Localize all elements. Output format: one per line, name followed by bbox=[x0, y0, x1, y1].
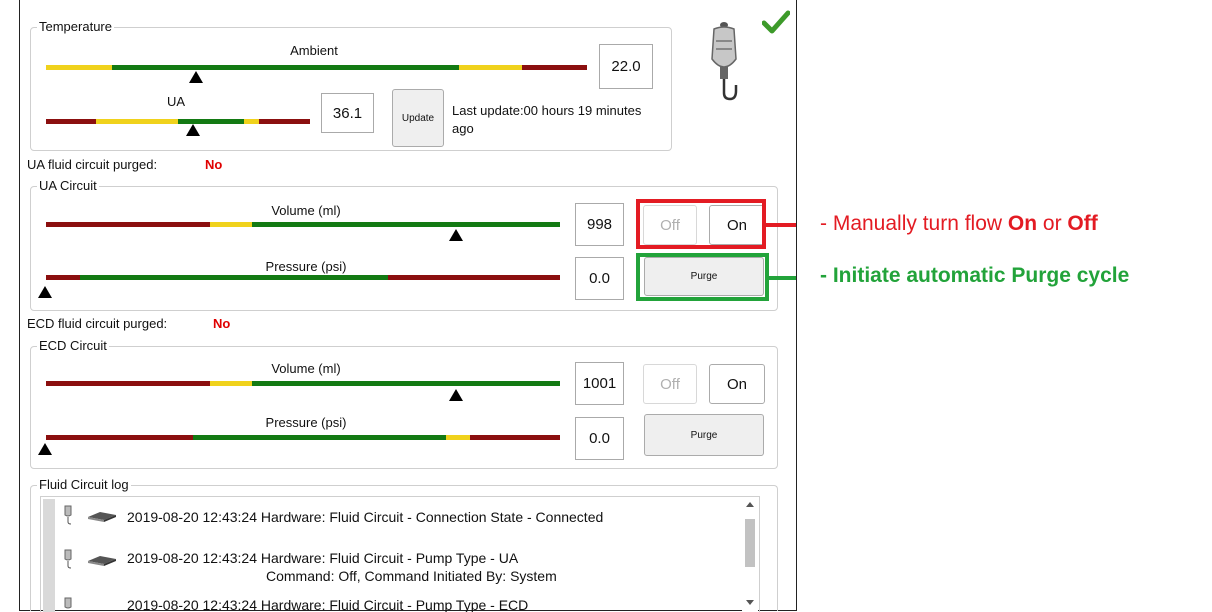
ua-temp-value: 36.1 bbox=[321, 93, 374, 133]
purge-callout: - Initiate automatic Purge cycle bbox=[820, 264, 1130, 287]
ua-volume-value: 998 bbox=[575, 203, 624, 246]
checkmark-icon bbox=[762, 10, 790, 34]
ambient-title: Ambient bbox=[290, 43, 338, 58]
ecd-circuit-legend: ECD Circuit bbox=[37, 337, 109, 355]
flow-callout-on: On bbox=[1007, 212, 1038, 235]
log-entry-text: 2019-08-20 12:43:24 Hardware: Fluid Circ… bbox=[127, 509, 604, 525]
flow-callout: - Manually turn flow On or Off bbox=[820, 212, 1098, 236]
ua-temp-gauge bbox=[46, 119, 310, 124]
ua-volume-marker bbox=[449, 229, 463, 241]
ua-temp-marker bbox=[186, 124, 200, 136]
flow-callout-off: Off bbox=[1067, 212, 1098, 235]
scroll-up-icon[interactable] bbox=[746, 502, 754, 507]
hardware-chip-icon bbox=[88, 512, 116, 522]
hardware-chip-icon bbox=[88, 556, 116, 566]
ecd-volume-title: Volume (ml) bbox=[271, 361, 341, 376]
ecd-on-button[interactable]: On bbox=[709, 364, 765, 404]
ecd-volume-value: 1001 bbox=[575, 362, 624, 405]
ambient-marker bbox=[189, 71, 203, 83]
log-entry-text: 2019-08-20 12:43:24 Hardware: Fluid Circ… bbox=[127, 550, 519, 566]
log-list[interactable]: 2019-08-20 12:43:24 Hardware: Fluid Circ… bbox=[40, 496, 760, 612]
fluid-bag-icon bbox=[64, 505, 72, 525]
ua-volume-gauge bbox=[46, 222, 560, 227]
ambient-value: 22.0 bbox=[599, 44, 653, 89]
ecd-pressure-gauge bbox=[46, 435, 560, 440]
ua-pressure-gauge bbox=[46, 275, 560, 280]
on-off-connector bbox=[766, 223, 796, 227]
ua-purged-value: No bbox=[205, 157, 223, 172]
ua-pressure-title: Pressure (psi) bbox=[265, 259, 347, 274]
flow-callout-prefix: - Manually turn flow bbox=[820, 212, 1008, 235]
scroll-thumb[interactable] bbox=[745, 519, 755, 567]
ua-pressure-value: 0.0 bbox=[575, 257, 624, 300]
fluid-log-legend: Fluid Circuit log bbox=[37, 476, 131, 494]
ecd-volume-marker bbox=[449, 389, 463, 401]
ecd-off-button[interactable]: Off bbox=[643, 364, 697, 404]
fluid-control-panel: Temperature Ambient 22.0 UA 36.1 Update … bbox=[19, 0, 797, 612]
fluid-log-group: Fluid Circuit log 2019-08-20 12:43:24 Ha… bbox=[30, 476, 778, 612]
ecd-pressure-value: 0.0 bbox=[575, 417, 624, 460]
scroll-down-icon[interactable] bbox=[746, 600, 754, 605]
log-left-gutter bbox=[43, 499, 55, 612]
ecd-pressure-marker bbox=[38, 443, 52, 455]
ua-pressure-marker bbox=[38, 286, 52, 298]
ambient-gauge bbox=[46, 65, 587, 70]
ua-purged-label: UA fluid circuit purged: bbox=[27, 157, 158, 172]
on-off-highlight bbox=[636, 199, 766, 249]
update-button[interactable]: Update bbox=[392, 89, 444, 147]
ecd-volume-gauge bbox=[46, 381, 560, 386]
log-entry-detail: Command: Off, Command Initiated By: Syst… bbox=[266, 568, 557, 584]
ua-volume-title: Volume (ml) bbox=[271, 203, 341, 218]
fluid-bag-icon bbox=[64, 549, 72, 569]
temperature-group: Temperature Ambient 22.0 UA 36.1 Update … bbox=[30, 18, 672, 151]
ecd-purge-button[interactable]: Purge bbox=[644, 414, 764, 456]
ecd-pressure-title: Pressure (psi) bbox=[265, 415, 347, 430]
ecd-circuit-group: ECD Circuit Volume (ml) 1001 Off On Pres… bbox=[30, 337, 778, 469]
ua-temp-title: UA bbox=[166, 94, 186, 109]
temperature-legend: Temperature bbox=[37, 18, 114, 36]
purge-connector bbox=[769, 276, 796, 280]
fluid-bag-icon bbox=[711, 22, 738, 101]
ua-circuit-legend: UA Circuit bbox=[37, 177, 99, 195]
log-scrollbar[interactable] bbox=[742, 497, 758, 612]
ecd-purged-value: No bbox=[213, 316, 231, 331]
flow-callout-mid: or bbox=[1037, 212, 1068, 235]
ecd-purged-label: ECD fluid circuit purged: bbox=[27, 316, 168, 331]
purge-highlight bbox=[636, 253, 769, 301]
last-update-text: Last update:00 hours 19 minutes ago bbox=[452, 103, 642, 136]
